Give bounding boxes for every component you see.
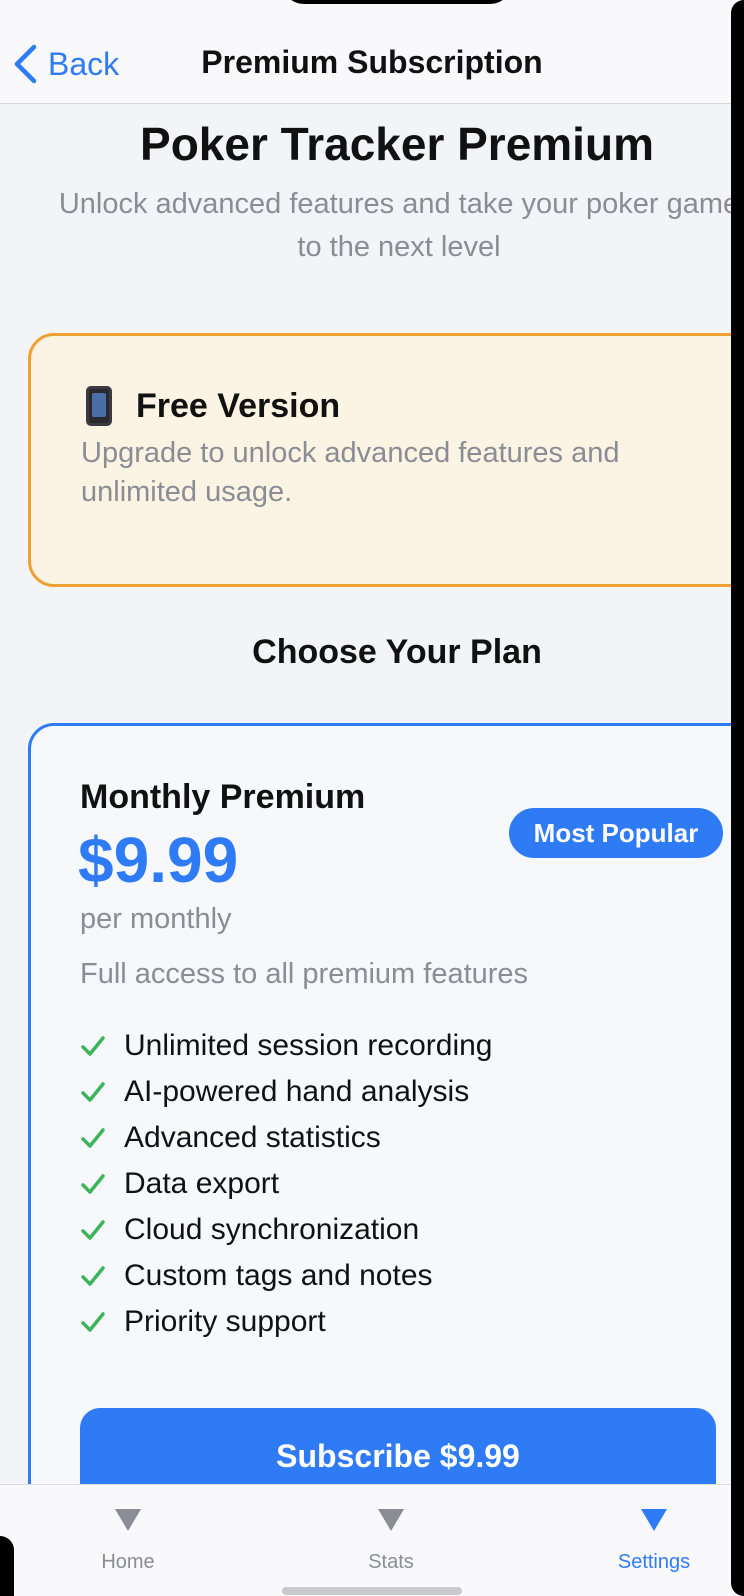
feature-item: AI-powered hand analysis — [80, 1069, 493, 1115]
checkmark-icon — [81, 1174, 105, 1194]
mobile-phone-icon — [86, 386, 112, 426]
checkmark-icon — [81, 1128, 105, 1148]
nav-title: Premium Subscription — [201, 44, 543, 80]
tab-stats[interactable]: Stats — [311, 1485, 471, 1596]
triangle-down-icon — [378, 1509, 404, 1531]
feature-item: Data export — [80, 1161, 493, 1207]
plan-price: $9.99 — [78, 824, 239, 896]
plan-name: Monthly Premium — [80, 778, 366, 816]
feature-label: Unlimited session recording — [124, 1029, 493, 1062]
tab-bar: Home Stats Settings — [0, 1484, 744, 1596]
free-version-title-text: Free Version — [136, 386, 341, 425]
feature-label: AI-powered hand analysis — [124, 1075, 470, 1108]
feature-label: Cloud synchronization — [124, 1213, 420, 1246]
feature-item: Unlimited session recording — [80, 1023, 493, 1069]
tab-stats-label: Stats — [368, 1551, 414, 1573]
checkmark-icon — [81, 1220, 105, 1240]
tab-home[interactable]: Home — [48, 1485, 208, 1596]
plan-description: Full access to all premium features — [80, 958, 529, 990]
home-indicator — [282, 1587, 462, 1595]
device-notch — [282, 0, 512, 4]
free-version-title: Free Version — [86, 386, 340, 426]
feature-list: Unlimited session recording AI-powered h… — [80, 1023, 493, 1345]
feature-label: Advanced statistics — [124, 1121, 381, 1154]
feature-item: Cloud synchronization — [80, 1207, 493, 1253]
tab-settings[interactable]: Settings — [574, 1485, 734, 1596]
free-version-description: Upgrade to unlock advanced features and … — [81, 437, 620, 508]
checkmark-icon — [81, 1082, 105, 1102]
navigation-bar: Back Premium Subscription — [0, 0, 744, 104]
triangle-down-icon — [641, 1509, 667, 1531]
page-title: Poker Tracker Premium — [140, 118, 654, 170]
checkmark-icon — [81, 1036, 105, 1056]
feature-label: Data export — [124, 1167, 280, 1200]
app-screen: Back Premium Subscription Poker Tracker … — [0, 0, 744, 1596]
feature-label: Custom tags and notes — [124, 1259, 433, 1292]
feature-item: Priority support — [80, 1299, 493, 1345]
triangle-down-icon — [115, 1509, 141, 1531]
feature-item: Advanced statistics — [80, 1115, 493, 1161]
checkmark-icon — [81, 1312, 105, 1332]
feature-item: Custom tags and notes — [80, 1253, 493, 1299]
checkmark-icon — [81, 1266, 105, 1286]
page-subtitle: Unlock advanced features and take your p… — [58, 188, 740, 263]
device-frame-corner — [0, 1536, 14, 1596]
tab-home-label: Home — [101, 1551, 155, 1573]
tab-settings-label: Settings — [617, 1551, 691, 1573]
most-popular-badge: Most Popular — [509, 808, 723, 858]
plan-period: per monthly — [80, 903, 232, 935]
device-frame-edge — [731, 0, 744, 1596]
feature-label: Priority support — [124, 1305, 326, 1338]
choose-plan-heading: Choose Your Plan — [252, 633, 542, 671]
free-version-card: Free Version Upgrade to unlock advanced … — [28, 333, 744, 587]
